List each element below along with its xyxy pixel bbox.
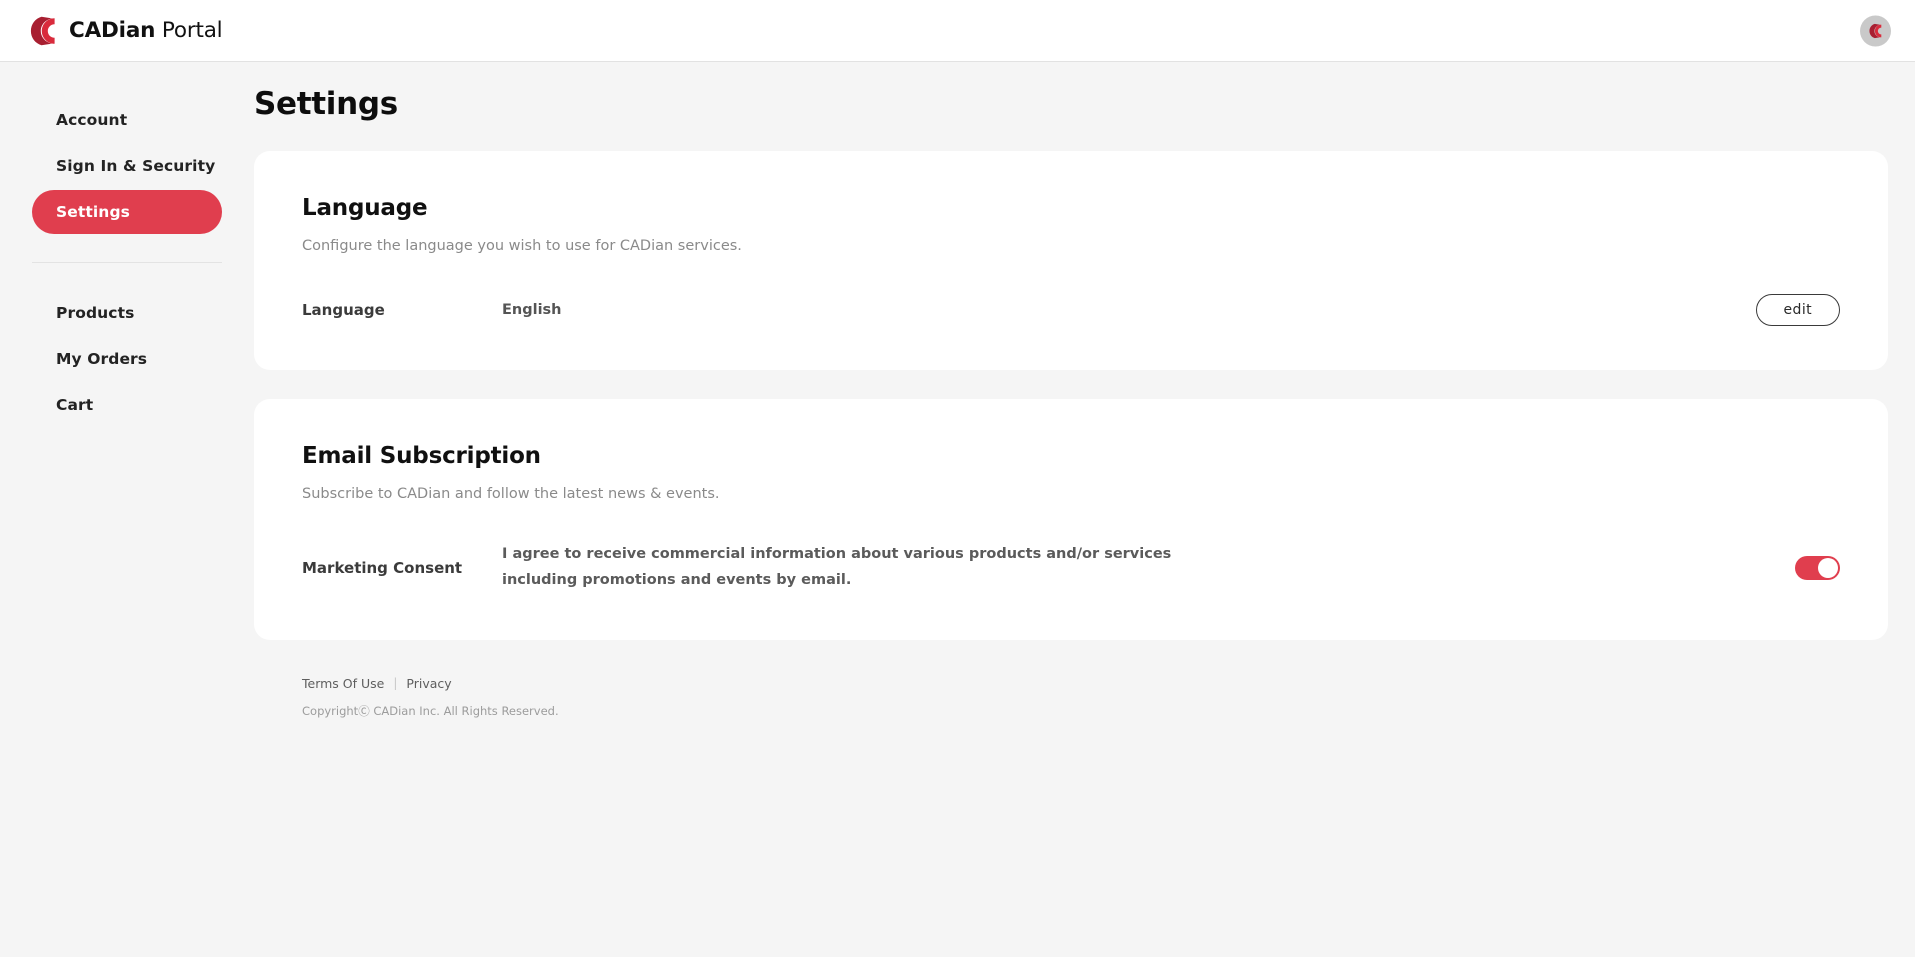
page-shell: Account Sign In & Security Settings Prod…: [0, 62, 1915, 957]
email-card-description: Subscribe to CADian and follow the lates…: [302, 486, 720, 502]
sidebar-item-account[interactable]: Account: [32, 98, 222, 142]
footer-links: Terms Of Use | Privacy: [302, 676, 1888, 691]
marketing-consent-label: Marketing Consent: [302, 558, 463, 577]
cadian-c-logo-icon: [30, 16, 56, 46]
sidebar-item-settings[interactable]: Settings: [32, 190, 222, 234]
footer-separator: |: [393, 676, 398, 691]
toggle-knob-icon: [1818, 557, 1838, 578]
sidebar-group-shop: Products My Orders Cart: [0, 291, 254, 427]
marketing-consent-text: I agree to receive commercial informatio…: [502, 546, 1172, 588]
sidebar-item-my-orders[interactable]: My Orders: [32, 337, 222, 381]
sidebar-nav: Account Sign In & Security Settings Prod…: [0, 62, 254, 427]
marketing-consent-action: [1795, 555, 1840, 580]
language-card-description: Configure the language you wish to use f…: [302, 238, 742, 254]
language-row-action: edit: [1755, 294, 1840, 326]
cadian-c-avatar-icon: [1869, 23, 1882, 38]
sidebar-item-products[interactable]: Products: [32, 291, 222, 335]
footer-link-privacy[interactable]: Privacy: [406, 676, 451, 691]
language-row-value: English: [502, 302, 562, 318]
sidebar-item-cart[interactable]: Cart: [32, 383, 222, 427]
user-avatar[interactable]: [1860, 15, 1891, 46]
footer-copyright: CopyrightⒸ CADian Inc. All Rights Reserv…: [302, 703, 559, 718]
sidebar-group-account: Account Sign In & Security Settings: [0, 98, 254, 234]
brand-title-light: Portal: [155, 18, 223, 43]
brand-logo[interactable]: CADian Portal: [30, 16, 223, 46]
page-title: Settings: [254, 86, 398, 122]
language-row-label: Language: [302, 301, 385, 319]
main-content: Settings Language Configure the language…: [254, 62, 1915, 719]
sidebar-item-sign-in-security[interactable]: Sign In & Security: [32, 144, 222, 188]
brand-title: CADian Portal: [69, 18, 223, 43]
language-card: Language Configure the language you wish…: [254, 151, 1888, 370]
page-footer: Terms Of Use | Privacy CopyrightⒸ CADian…: [254, 640, 1888, 719]
app-header: CADian Portal: [0, 0, 1915, 62]
language-edit-button[interactable]: edit: [1755, 294, 1840, 326]
language-row: Language English edit: [302, 294, 1840, 326]
language-card-title: Language: [302, 195, 428, 221]
email-card-title: Email Subscription: [302, 443, 541, 469]
brand-title-bold: CADian: [69, 18, 156, 43]
marketing-consent-toggle[interactable]: [1795, 555, 1840, 580]
marketing-consent-row: Marketing Consent I agree to receive com…: [302, 542, 1840, 594]
email-subscription-card: Email Subscription Subscribe to CADian a…: [254, 399, 1888, 640]
sidebar-divider: [32, 262, 222, 263]
footer-link-terms[interactable]: Terms Of Use: [302, 676, 384, 691]
